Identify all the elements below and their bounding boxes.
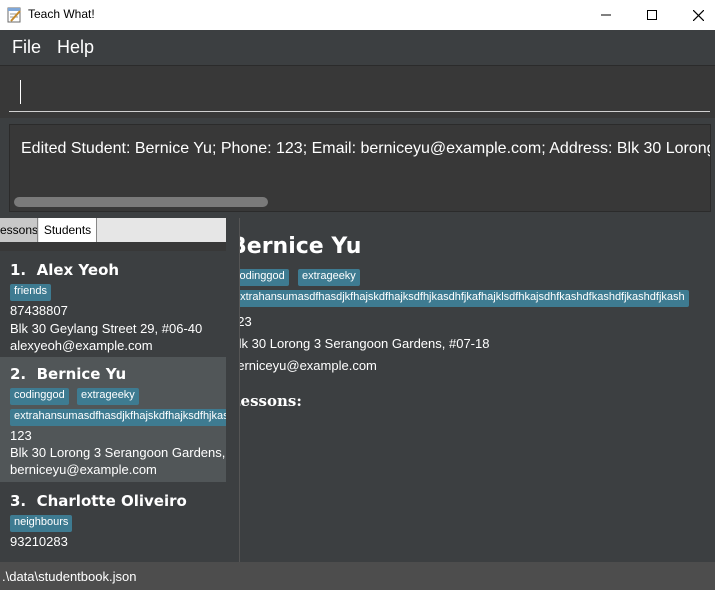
tag-badge: friends bbox=[10, 284, 52, 301]
tag-badge: codinggod bbox=[10, 388, 69, 405]
student-list[interactable]: 1. Alex Yeoh friends 87438807 Blk 30 Gey… bbox=[0, 251, 226, 562]
detail-phone: 123 bbox=[240, 314, 252, 329]
student-email: berniceyu@example.com bbox=[10, 462, 157, 477]
maximize-icon bbox=[647, 10, 657, 20]
result-text-area[interactable]: Edited Student: Bernice Yu; Phone: 123; … bbox=[9, 124, 711, 212]
tab-bar: essons Students bbox=[0, 218, 226, 242]
tag-badge: extrahansumasdfhasdjkfhajskdfhajksdfhjka… bbox=[10, 409, 226, 426]
notepad-icon bbox=[7, 7, 21, 23]
student-email: alexyeoh@example.com bbox=[10, 338, 153, 353]
menu-file[interactable]: File bbox=[12, 37, 41, 58]
close-button[interactable] bbox=[675, 0, 715, 30]
tag-badge: neighbours bbox=[10, 515, 73, 532]
list-panel: essons Students 1. Alex Yeoh friends 874… bbox=[0, 218, 226, 562]
maximize-button[interactable] bbox=[629, 0, 675, 30]
student-address: Blk 30 Geylang Street 29, #06-40 bbox=[10, 321, 203, 336]
student-name: 3. Charlotte Oliveiro bbox=[10, 492, 187, 510]
lessons-heading: Lessons: bbox=[240, 392, 302, 410]
student-card[interactable]: 2. Bernice Yu codinggod extrageeky extra… bbox=[0, 357, 226, 482]
tab-lessons[interactable]: essons bbox=[0, 218, 38, 242]
student-card[interactable]: 1. Alex Yeoh friends 87438807 Blk 30 Gey… bbox=[0, 251, 226, 357]
student-phone: 87438807 bbox=[10, 303, 68, 318]
title-bar: Teach What! bbox=[0, 0, 715, 30]
tab-students[interactable]: Students bbox=[39, 218, 97, 242]
menu-bar: File Help bbox=[0, 30, 715, 66]
student-phone: 123 bbox=[10, 428, 32, 443]
tag-badge: extrageeky bbox=[298, 269, 360, 286]
window-title: Teach What! bbox=[28, 7, 95, 21]
result-message: Edited Student: Bernice Yu; Phone: 123; … bbox=[21, 140, 711, 157]
result-display: Edited Student: Bernice Yu; Phone: 123; … bbox=[0, 118, 715, 218]
close-icon bbox=[692, 9, 704, 21]
command-input[interactable] bbox=[9, 72, 710, 112]
minimize-icon bbox=[601, 14, 611, 16]
student-name: 2. Bernice Yu bbox=[10, 365, 127, 383]
menu-help[interactable]: Help bbox=[57, 37, 94, 58]
command-box bbox=[0, 66, 715, 118]
student-name: 1. Alex Yeoh bbox=[10, 261, 120, 279]
tag-badge: extrageeky bbox=[77, 388, 139, 405]
text-caret bbox=[20, 80, 21, 104]
tag-badge: codinggod bbox=[240, 269, 289, 286]
horizontal-scrollbar[interactable] bbox=[14, 197, 268, 207]
student-address: Blk 30 Lorong 3 Serangoon Gardens, #07-1… bbox=[10, 445, 226, 460]
tag-badge: extrahansumasdfhasdjkfhajskdfhajksdfhjka… bbox=[240, 290, 689, 307]
student-phone: 93210283 bbox=[10, 534, 68, 549]
detail-name: Bernice Yu bbox=[240, 234, 362, 259]
student-detail-panel: Bernice Yu codinggod extrageeky extrahan… bbox=[240, 218, 715, 562]
detail-address: Blk 30 Lorong 3 Serangoon Gardens, #07-1… bbox=[240, 336, 490, 351]
minimize-button[interactable] bbox=[583, 0, 629, 30]
split-divider[interactable] bbox=[226, 218, 240, 562]
detail-email: berniceyu@example.com bbox=[240, 358, 377, 373]
student-card[interactable]: 3. Charlotte Oliveiro neighbours 9321028… bbox=[0, 482, 226, 562]
status-bar: .\data\studentbook.json bbox=[0, 562, 715, 590]
status-file-path: .\data\studentbook.json bbox=[2, 569, 137, 584]
